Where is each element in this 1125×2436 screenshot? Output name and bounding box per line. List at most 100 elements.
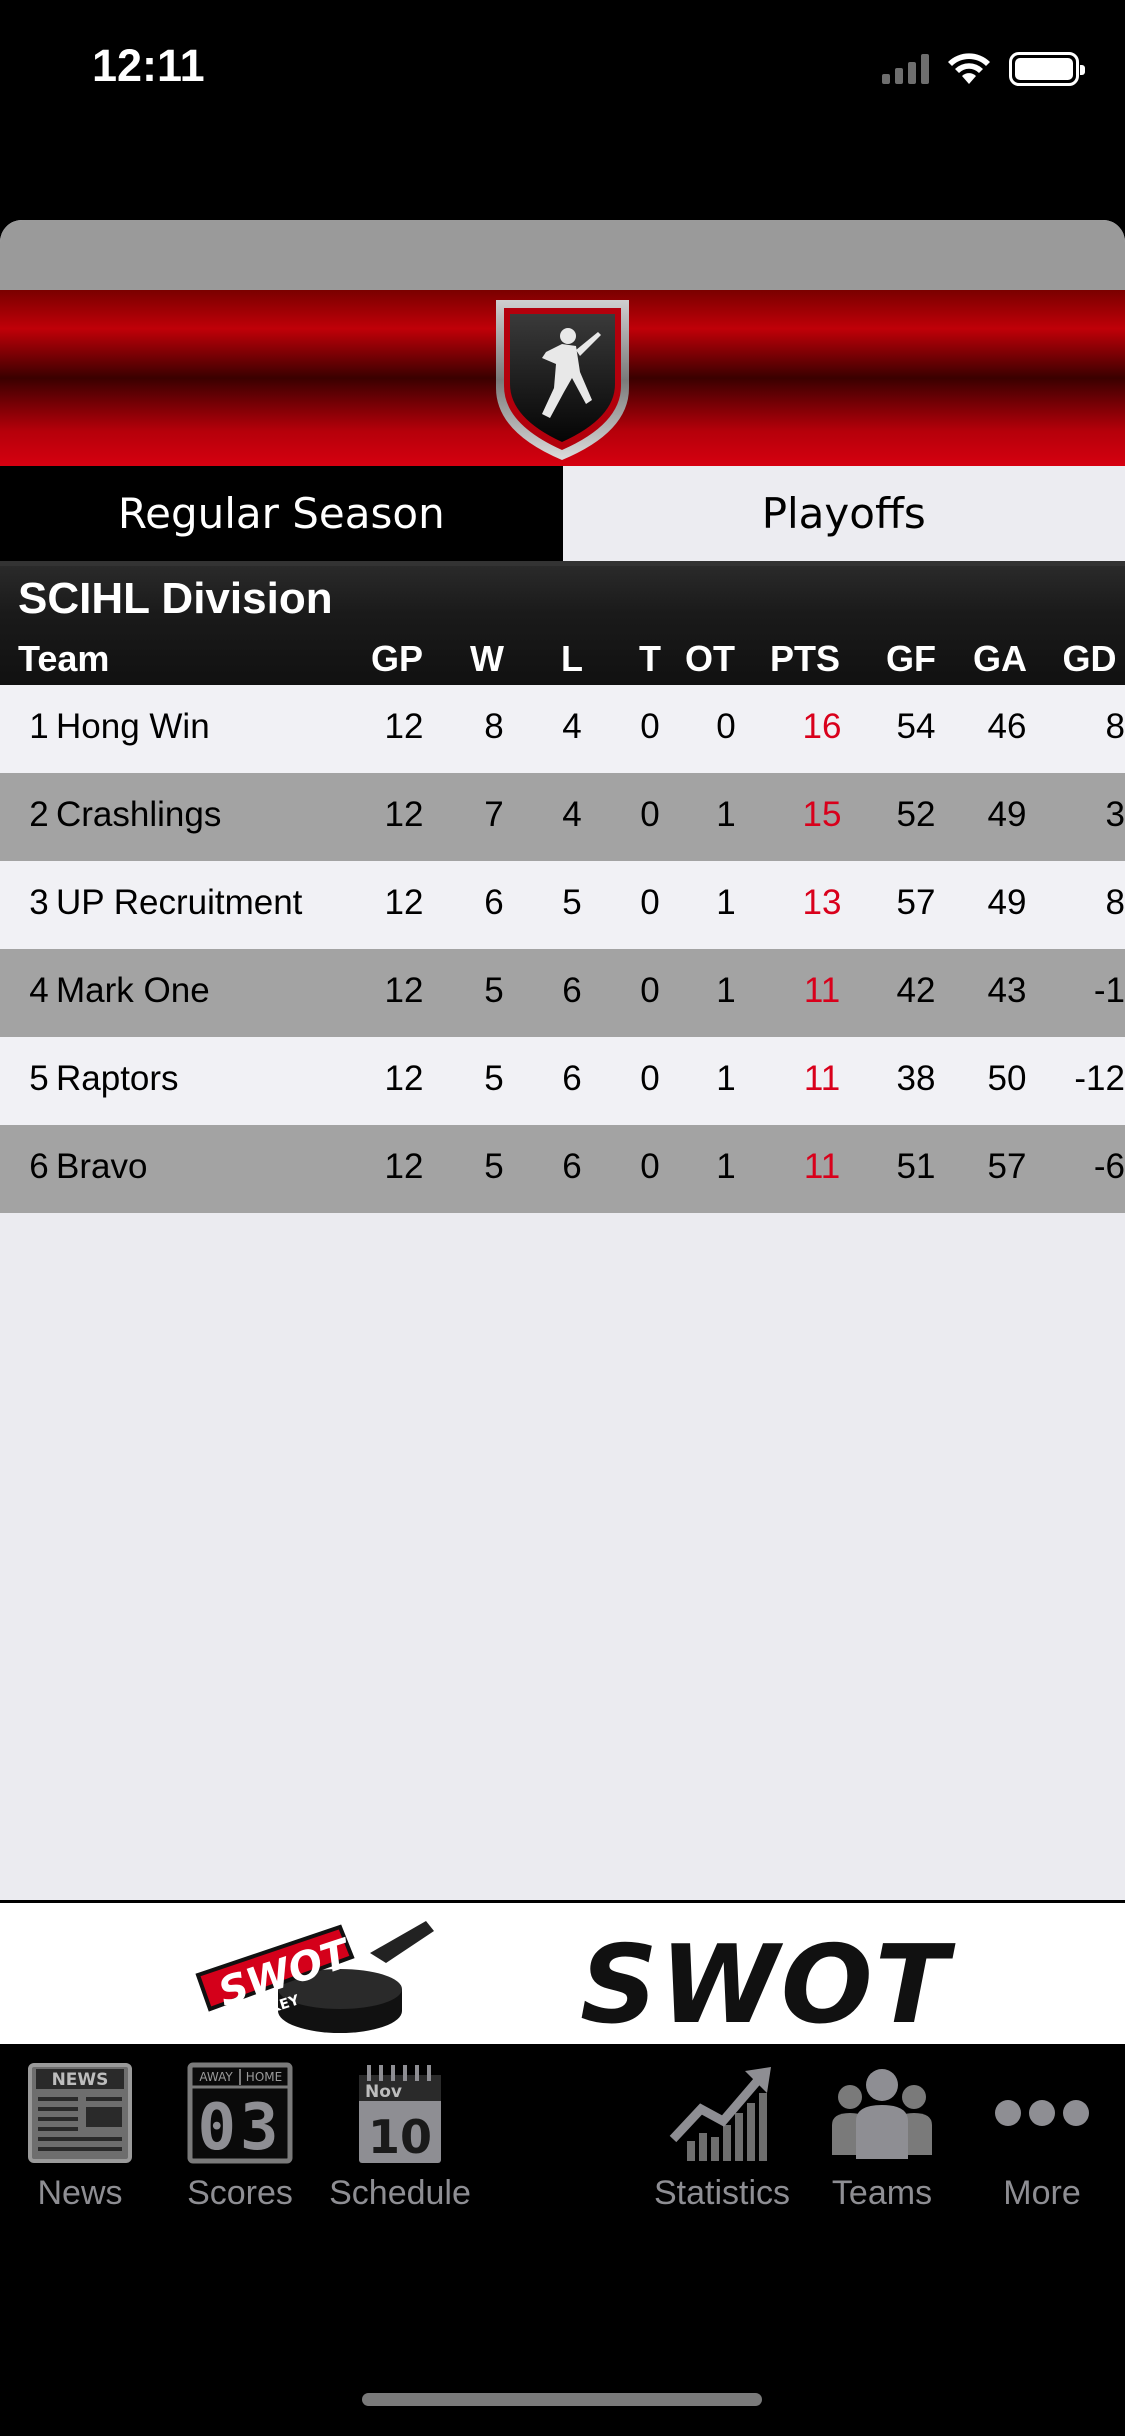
calendar-icon: Nov 10 [359, 2065, 441, 2164]
season-tabs: Regular Season Playoffs [0, 466, 1125, 561]
table-row[interactable]: 1 Hong Win 12 8 4 0 0 16 54 46 8 [0, 685, 1125, 773]
table-row[interactable]: 4 Mark One 12 5 6 0 1 11 42 43 -1 [0, 949, 1125, 1037]
tab-schedule[interactable]: Nov 10 Schedule [320, 2058, 480, 2213]
tab-statistics-label: Statistics [653, 2174, 791, 2212]
svg-text:10: 10 [368, 2110, 432, 2164]
pts-cell: 11 [803, 971, 841, 1010]
tab-news[interactable]: NEWS News [0, 2058, 160, 2213]
w-cell: 5 [484, 1147, 504, 1186]
tab-more[interactable]: More [962, 2058, 1122, 2213]
column-header-l: L [561, 638, 583, 679]
table-row[interactable]: 6 Bravo 12 5 6 0 1 11 51 57 -6 [0, 1125, 1125, 1213]
status-bar: 12:11 [0, 0, 1125, 140]
tab-more-label: More [1003, 2174, 1081, 2212]
w-cell: 8 [484, 707, 504, 746]
gf-cell: 54 [896, 707, 936, 746]
tab-teams[interactable]: Teams [802, 2058, 962, 2213]
t-cell: 0 [640, 707, 660, 746]
team-name-cell: Bravo [56, 1147, 148, 1186]
ot-cell: 1 [716, 1059, 736, 1098]
column-header-gd: GD [1062, 638, 1117, 679]
t-cell: 0 [640, 1147, 660, 1186]
card-header-strip [0, 220, 1125, 290]
gd-cell: -1 [1093, 971, 1125, 1010]
t-cell: 0 [640, 971, 660, 1010]
ad-banner[interactable]: SWOT HOCKEY SWOT [0, 1900, 1125, 2048]
team-name-cell: Mark One [56, 971, 210, 1010]
newspaper-icon: NEWS [28, 2063, 132, 2163]
ga-cell: 49 [987, 883, 1027, 922]
gf-cell: 57 [896, 883, 936, 922]
column-header-pts: PTS [769, 638, 840, 679]
tab-playoffs[interactable]: Playoffs [562, 466, 1125, 561]
gp-cell: 12 [384, 795, 424, 834]
standings-card: Regular Season Playoffs SCIHL Division T… [0, 220, 1125, 1900]
ot-cell: 0 [716, 707, 736, 746]
w-cell: 5 [484, 1059, 504, 1098]
ot-cell: 1 [716, 795, 736, 834]
cellular-signal-icon [882, 54, 929, 84]
ad-brand-text: SWOT [580, 1923, 951, 2048]
table-row[interactable]: 3 UP Recruitment 12 6 5 0 1 13 57 49 8 [0, 861, 1125, 949]
pts-cell: 11 [803, 1059, 841, 1098]
table-row[interactable]: 5 Raptors 12 5 6 0 1 11 38 50 -12 [0, 1037, 1125, 1125]
rank-cell: 3 [29, 883, 49, 922]
gd-cell: -12 [1074, 1059, 1125, 1098]
ot-cell: 1 [716, 1147, 736, 1186]
rank-cell: 5 [29, 1059, 49, 1098]
tab-news-label: News [37, 2174, 123, 2212]
battery-icon [1009, 52, 1085, 86]
svg-text:03: 03 [197, 2091, 282, 2165]
gd-cell: 8 [1105, 707, 1125, 746]
l-cell: 4 [562, 795, 582, 834]
ga-cell: 49 [987, 795, 1027, 834]
w-cell: 7 [484, 795, 504, 834]
standings-table: 1 Hong Win 12 8 4 0 0 16 54 46 8 2 Crash… [0, 685, 1125, 1213]
w-cell: 5 [484, 971, 504, 1010]
table-row[interactable]: 2 Crashlings 12 7 4 0 1 15 52 49 3 [0, 773, 1125, 861]
column-header-ga: GA [973, 638, 1027, 679]
gf-cell: 42 [896, 971, 936, 1010]
column-header-gf: GF [886, 638, 936, 679]
division-header: SCIHL Division Team GP W L T OT PTS GF G… [0, 561, 1125, 685]
swot-hockey-logo: SWOT HOCKEY [195, 1921, 434, 2033]
scoreboard-icon: AWAY HOME 03 [187, 2062, 293, 2165]
t-cell: 0 [640, 883, 660, 922]
home-indicator[interactable] [362, 2393, 762, 2406]
status-icons [882, 52, 1085, 86]
gf-cell: 52 [896, 795, 936, 834]
rank-cell: 2 [29, 795, 49, 834]
ga-cell: 46 [987, 707, 1027, 746]
l-cell: 6 [562, 1147, 582, 1186]
t-cell: 0 [640, 1059, 660, 1098]
l-cell: 5 [562, 883, 582, 922]
more-dots-icon [995, 2100, 1089, 2126]
tab-statistics[interactable]: Statistics [642, 2058, 802, 2213]
svg-text:AWAY: AWAY [199, 2070, 233, 2084]
teams-people-icon [832, 2069, 932, 2159]
l-cell: 4 [562, 707, 582, 746]
gp-cell: 12 [384, 707, 424, 746]
column-header-team: Team [18, 638, 110, 679]
tab-scores[interactable]: AWAY HOME 03 Scores [160, 2058, 320, 2213]
gd-cell: -6 [1093, 1147, 1125, 1186]
rank-cell: 4 [29, 971, 49, 1010]
ga-cell: 57 [987, 1147, 1027, 1186]
team-banner [0, 290, 1125, 466]
statistics-chart-icon [669, 2067, 771, 2161]
l-cell: 6 [562, 1059, 582, 1098]
ga-cell: 43 [987, 971, 1027, 1010]
tab-regular-season[interactable]: Regular Season [0, 466, 563, 561]
hockey-player-shield-icon [496, 300, 629, 460]
gp-cell: 12 [384, 1147, 424, 1186]
rank-cell: 1 [29, 707, 49, 746]
gp-cell: 12 [384, 1059, 424, 1098]
l-cell: 6 [562, 971, 582, 1010]
pts-cell: 16 [802, 707, 842, 746]
wifi-icon [948, 53, 990, 84]
column-header-w: W [470, 638, 504, 679]
t-cell: 0 [640, 795, 660, 834]
tab-bar: NEWS News AWAY HOME 03 Scores Nov 10 Sch… [0, 2044, 1125, 2436]
w-cell: 6 [484, 883, 504, 922]
pts-cell: 11 [803, 1147, 841, 1186]
